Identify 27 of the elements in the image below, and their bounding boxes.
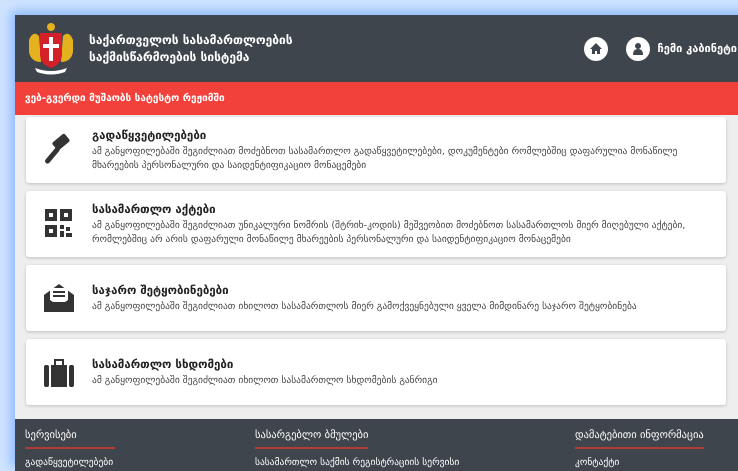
card-description: ამ განყოფილებაში შეგიძლიათ მოძებნოთ სასამართლო გადაწყვეტილებები, დოკუმენტები რომლებშიც დაფარულია მონაწილე მხარეების პერსონალური და საიდენტიფიკაციო მონაცემები — [92, 144, 678, 172]
card-title: სასამართლო აქტები — [92, 202, 217, 216]
footer-link[interactable]: გადაწყვეტილებები — [25, 457, 255, 468]
test-mode-notice: ვებ-გვერდი მუშაობს სატესტო რეჟიმში — [25, 93, 225, 104]
card-title: სასამართლო სხდომები — [92, 356, 234, 370]
my-cabinet-button[interactable]: ჩემი კაბინეტი — [626, 36, 737, 60]
card-description: ამ განყოფილებაში შეგიძლიათ იხილოთ სასამართლოს მიერ გამოქვეყნებული ყველა მიმდინარე საჯარო შეტყობინება — [92, 300, 637, 314]
footer-heading: სერვისები — [25, 429, 115, 449]
footer-link[interactable]: კონტაქტი — [575, 457, 738, 468]
footer-heading: დამატებითი ინფორმაცია — [575, 429, 704, 449]
section-card[interactable]: გადაწყვეტილებები ამ განყოფილებაში შეგიძლიათ მოძებნოთ სასამართლო გადაწყვეტილებები, დოკუმენტები რომლებშიც დაფარულია მონაწილე მხარეების პერსონალური და საიდენტიფიკაციო მონაცემები — [26, 117, 726, 183]
user-icon — [626, 36, 650, 60]
footer-link[interactable]: სასამართლო საქმის რეგისტრაციის სერვისი — [255, 457, 575, 468]
card-description: ამ განყოფილებაში შეგიძლიათ უნიკალური ნომრის (შტრიხ-კოდის) მეშვეობით მოძებნოთ სასამართლოს მიერ მიღებული აქტები, რომლებშიც არ არის დაფარული მონაწილე მხარეების პერსონალური და საიდენტიფიკაციო მონაცემები — [92, 218, 686, 246]
home-button[interactable] — [584, 36, 608, 60]
card-title: გადაწყვეტილებები — [92, 128, 208, 142]
site-title: საქართველოს სასამართლოების — [89, 32, 294, 48]
qr-code-icon — [45, 209, 73, 239]
card-title: საჯარო შეტყობინებები — [92, 282, 230, 296]
footer-heading: სასარგებლო ბმულები — [255, 429, 368, 449]
section-card[interactable]: სასამართლო სხდომები ამ განყოფილებაში შეგიძლიათ იხილოთ სასამართლო სხდომების განრიგი — [26, 339, 726, 405]
suitcase-icon — [44, 357, 74, 387]
section-card[interactable]: საჯარო შეტყობინებები ამ განყოფილებაში შეგიძლიათ იხილოთ სასამართლოს მიერ გამოქვეყნებული ყველა მიმდინარე საჯარო შეტყობინება — [26, 265, 726, 331]
site-title: საქმისწარმოების სისტემა — [89, 48, 250, 66]
card-description: ამ განყოფილებაში შეგიძლიათ იხილოთ სასამართლო სხდომების განრიგი — [92, 374, 438, 388]
section-card[interactable] — [26, 191, 726, 257]
home-icon — [590, 43, 602, 54]
